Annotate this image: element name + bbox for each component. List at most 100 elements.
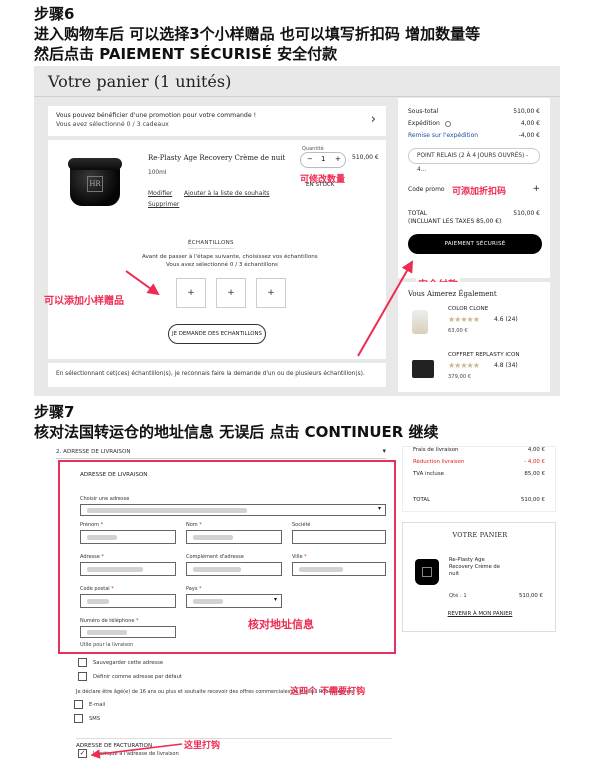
plus-icon[interactable]: + xyxy=(532,184,540,194)
address-form: ADRESSE DE LIVRAISON Choisir une adresse… xyxy=(58,460,396,654)
reco-item[interactable]: COLOR CLONE ★★★★★ 4.6 (24) 63,00 € xyxy=(408,306,544,346)
email-label: E-mail xyxy=(89,702,106,708)
secure-payment-button[interactable]: PAIEMENT SÉCURISÉ xyxy=(408,234,542,254)
chevron-down-icon[interactable]: ▾ xyxy=(378,505,381,512)
phone-label: Numéro de téléphone * xyxy=(80,618,139,624)
annotation-discount: 可添加折扣码 xyxy=(452,187,507,197)
product-price: 510,00 € xyxy=(518,593,543,599)
delivery-section-header[interactable]: 2. ADRESSE DE LIVRAISON ▾ xyxy=(56,447,386,459)
samples-card: ÉCHANTILLONS Avant de passer à l'étape s… xyxy=(44,234,386,359)
sms-row[interactable]: SMS xyxy=(74,714,100,723)
sample-slot-2[interactable]: + xyxy=(216,278,246,308)
default-address-row[interactable]: Définir comme adresse par défaut xyxy=(78,672,182,681)
step7-line1: 核对法国转运仓的地址信息 无误后 点击 CONTINUER 继续 xyxy=(34,423,439,441)
product-thumbnail xyxy=(415,559,439,585)
order-summary-side: Frais de livraison 4,00 € Réduction livr… xyxy=(402,446,556,512)
quantity-stepper[interactable]: − 1 + xyxy=(300,152,346,168)
samples-description: Avant de passer à l'étape suivante, choi… xyxy=(142,254,318,260)
choose-address-select[interactable]: ▾ xyxy=(80,504,386,516)
brand-logo xyxy=(422,567,432,577)
samples-note-text: En sélectionnant cet(ces) échantillon(s)… xyxy=(56,371,365,377)
product-qty: Qté : 1 xyxy=(449,593,467,599)
product-thumbnail[interactable] xyxy=(412,360,434,378)
last-name-field[interactable] xyxy=(186,530,282,544)
first-name-field[interactable] xyxy=(80,530,176,544)
modify-link[interactable]: Modifier xyxy=(148,190,172,197)
billing-same-row[interactable]: ✓ Identique à l'adresse de livraison xyxy=(78,749,179,758)
step6-line2: 然后点击 PAIEMENT SÉCURISÉ 安全付款 xyxy=(34,45,338,63)
step6-title: 步骤6 xyxy=(34,5,75,23)
phone-field[interactable] xyxy=(80,626,176,638)
qty-plus-button[interactable]: + xyxy=(335,155,341,163)
company-label: Société xyxy=(292,522,311,528)
default-address-label: Définir comme adresse par défaut xyxy=(93,674,182,680)
qty-minus-button[interactable]: − xyxy=(307,155,313,163)
stock-status: EN STOCK xyxy=(306,182,335,188)
shipping-row: Expédition 4,00 € xyxy=(408,120,540,127)
company-field[interactable] xyxy=(292,530,386,544)
brand-logo: HR xyxy=(87,176,103,192)
reduction-label: Réduction livraison xyxy=(413,459,465,465)
email-row[interactable]: E-mail xyxy=(74,700,105,709)
promo-text: Vous pouvez bénéficier d'une promotion p… xyxy=(56,112,257,119)
delete-link[interactable]: Supprimer xyxy=(148,201,179,208)
discount-row: Remise sur l'expédition -4,00 € xyxy=(408,132,540,139)
country-select[interactable]: ▾ xyxy=(186,594,282,608)
product-name: Re-Plasty Age Recovery Crème de nuit xyxy=(449,557,500,577)
rating-stars: ★★★★★ xyxy=(448,361,480,370)
email-checkbox[interactable] xyxy=(74,700,83,709)
address-field[interactable] xyxy=(80,562,176,576)
redacted-value xyxy=(87,535,117,540)
annotation-no-tick: 这四个 不需要打钩 xyxy=(290,687,366,697)
recommendations: Vous Aimerez Également COLOR CLONE ★★★★★… xyxy=(398,282,550,392)
address2-field[interactable] xyxy=(186,562,282,576)
step6-line1: 进入购物车后 可以选择3个小样赠品 也可以填写折扣码 增加数量等 xyxy=(34,25,481,43)
total-value: 510,00 € xyxy=(513,210,540,217)
sample-slot-1[interactable]: + xyxy=(176,278,206,308)
postal-field[interactable] xyxy=(80,594,176,608)
reco-name[interactable]: COLOR CLONE xyxy=(448,306,488,312)
shipping-label: Expédition xyxy=(408,120,440,127)
redacted-value xyxy=(87,508,247,513)
chevron-down-icon[interactable]: ▾ xyxy=(382,447,386,455)
chevron-right-icon[interactable]: › xyxy=(371,112,376,127)
address-screenshot: 2. ADRESSE DE LIVRAISON ▾ ADRESSE DE LIV… xyxy=(34,446,560,763)
product-image[interactable]: HR xyxy=(68,158,122,206)
promo-code-label[interactable]: Code promo xyxy=(408,186,445,193)
total-row: TOTAL 510,00 € xyxy=(408,210,540,217)
default-address-checkbox[interactable] xyxy=(78,672,87,681)
sms-checkbox[interactable] xyxy=(74,714,83,723)
reco-item[interactable]: COFFRET REPLASTY ICON ★★★★★ 4.8 (34) 379… xyxy=(408,352,544,392)
first-name-label: Prénom * xyxy=(80,522,104,528)
address-label: Adresse * xyxy=(80,554,104,560)
shipping-value: 4,00 € xyxy=(527,447,545,453)
save-address-checkbox[interactable] xyxy=(78,658,87,667)
sample-slot-3[interactable]: + xyxy=(256,278,286,308)
save-address-label: Sauvegarder cette adresse xyxy=(93,660,164,666)
rating-stars: ★★★★★ xyxy=(448,315,480,324)
cart-heading: Votre panier (1 unités) xyxy=(48,72,232,91)
reduction-row: Réduction livraison - 4,00 € xyxy=(413,459,545,465)
save-address-row[interactable]: Sauvegarder cette adresse xyxy=(78,658,163,667)
wishlist-link[interactable]: Ajouter à la liste de souhaits xyxy=(184,190,270,197)
back-to-cart-link[interactable]: REVENIR À MON PANIER xyxy=(403,611,557,617)
promotion-banner[interactable]: Vous pouvez bénéficier d'une promotion p… xyxy=(48,106,386,136)
shipping-value: 4,00 € xyxy=(520,120,540,127)
delivery-method-select[interactable]: POINT RELAIS (2 À 4 JOURS OUVRÉS) - 4... xyxy=(408,148,540,173)
product-name[interactable]: Re-Plasty Age Recovery Crème de nuit xyxy=(148,154,285,162)
redacted-value xyxy=(193,599,223,604)
product-thumbnail[interactable] xyxy=(412,310,428,334)
info-icon[interactable] xyxy=(444,120,451,127)
chevron-down-icon[interactable]: ▾ xyxy=(274,596,277,603)
city-field[interactable] xyxy=(292,562,386,576)
tva-value: 85,00 € xyxy=(524,471,545,477)
cart-screenshot: Votre panier (1 unités) Vous pouvez béné… xyxy=(34,66,560,396)
request-samples-button[interactable]: JE DEMANDE DES ECHANTILLONS xyxy=(168,324,266,344)
tva-label: TVA incluse xyxy=(413,471,444,477)
product-size: 100ml xyxy=(148,170,167,176)
last-name-label: Nom * xyxy=(186,522,202,528)
cart-recap-title: VOTRE PANIER xyxy=(452,531,508,539)
redacted-value xyxy=(299,567,343,572)
reco-name[interactable]: COFFRET REPLASTY ICON xyxy=(448,352,520,358)
billing-same-checkbox[interactable]: ✓ xyxy=(78,749,87,758)
